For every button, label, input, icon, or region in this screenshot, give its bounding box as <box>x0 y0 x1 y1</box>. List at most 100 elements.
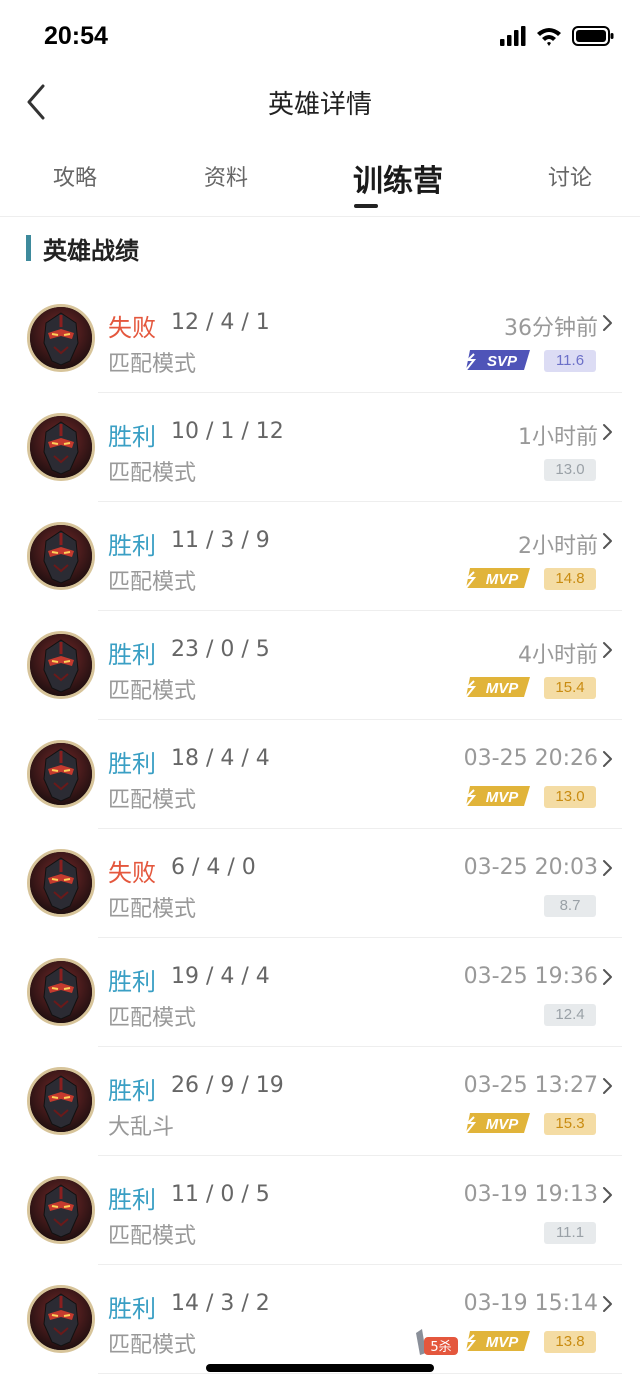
match-result: 胜利 <box>108 750 156 778</box>
match-mode: 匹配模式 <box>108 897 197 922</box>
match-row[interactable]: 胜利 19 / 4 / 4 匹配模式 03-25 19:36 12.4 <box>0 938 640 1047</box>
hero-avatar-icon <box>30 743 92 805</box>
match-time: 03-25 19:36 <box>463 964 598 989</box>
match-mode: 匹配模式 <box>108 1224 197 1249</box>
match-score: 13.8 <box>544 1331 596 1353</box>
hero-avatar <box>27 849 95 917</box>
match-mode: 匹配模式 <box>108 1006 197 1031</box>
hero-avatar-icon <box>30 307 92 369</box>
match-score: 8.7 <box>544 895 596 917</box>
match-kda: 14 / 3 / 2 <box>171 1291 270 1316</box>
section-header: 英雄战绩 <box>26 232 139 265</box>
status-bar: 20:54 <box>0 0 640 70</box>
match-time: 1小时前 <box>518 425 598 450</box>
wifi-icon <box>537 28 561 46</box>
match-kda: 23 / 0 / 5 <box>171 637 270 662</box>
hero-avatar <box>27 1067 95 1135</box>
chevron-right-icon <box>603 533 612 549</box>
match-list: 失败 12 / 4 / 1 匹配模式 36分钟前 SVP 11.6 胜利 10 / 1 / 1… <box>0 284 640 1374</box>
svg-text:SVP: SVP <box>487 353 518 370</box>
match-result: 胜利 <box>108 1186 156 1214</box>
match-row[interactable]: 失败 6 / 4 / 0 匹配模式 03-25 20:03 8.7 <box>0 829 640 938</box>
chevron-right-icon <box>603 315 612 331</box>
match-mode: 匹配模式 <box>108 461 197 486</box>
match-mode: 匹配模式 <box>108 679 197 704</box>
match-kda: 26 / 9 / 19 <box>171 1073 284 1098</box>
match-time: 4小时前 <box>518 643 598 668</box>
match-mode: 大乱斗 <box>108 1115 175 1140</box>
hero-avatar-icon <box>30 525 92 587</box>
match-row[interactable]: 失败 12 / 4 / 1 匹配模式 36分钟前 SVP 11.6 <box>0 284 640 393</box>
svg-text:MVP: MVP <box>486 789 520 806</box>
match-mode: 匹配模式 <box>108 352 197 377</box>
match-row[interactable]: 胜利 23 / 0 / 5 匹配模式 4小时前 MVP 15.4 <box>0 611 640 720</box>
hero-avatar-icon <box>30 961 92 1023</box>
match-score: 15.4 <box>544 677 596 699</box>
match-result: 失败 <box>108 314 156 342</box>
page-title: 英雄详情 <box>267 90 372 120</box>
match-mode: 匹配模式 <box>108 570 197 595</box>
tab-guide[interactable]: 攻略 <box>53 160 97 192</box>
battery-icon <box>572 26 614 46</box>
match-time: 03-25 20:03 <box>463 855 598 880</box>
match-row[interactable]: 胜利 11 / 0 / 5 匹配模式 03-19 19:13 11.1 <box>0 1156 640 1265</box>
match-row[interactable]: 胜利 14 / 3 / 2 匹配模式 03-19 15:14 MVP 5杀 13.8 <box>0 1265 640 1374</box>
chevron-right-icon <box>603 751 612 767</box>
tab-info[interactable]: 资料 <box>204 160 248 192</box>
match-score: 11.6 <box>544 350 596 372</box>
match-time: 03-25 13:27 <box>463 1073 598 1098</box>
match-kda: 19 / 4 / 4 <box>171 964 270 989</box>
match-time: 03-19 15:14 <box>463 1291 598 1316</box>
match-kda: 18 / 4 / 4 <box>171 746 270 771</box>
hero-avatar <box>27 304 95 372</box>
match-time: 03-25 20:26 <box>463 746 598 771</box>
hero-avatar-icon <box>30 1070 92 1132</box>
tab-bar: 攻略 资料 训练营 讨论 <box>0 140 640 217</box>
active-tab-indicator <box>354 204 378 208</box>
home-indicator[interactable] <box>206 1364 434 1372</box>
hero-avatar-icon <box>30 1179 92 1241</box>
chevron-right-icon <box>603 424 612 440</box>
mvp-badge: MVP <box>465 677 530 698</box>
match-result: 失败 <box>108 859 156 887</box>
mvp-badge: MVP <box>465 568 530 589</box>
hero-avatar <box>27 1176 95 1244</box>
hero-avatar <box>27 631 95 699</box>
match-score: 13.0 <box>544 459 596 481</box>
cellular-signal-icon <box>500 26 526 46</box>
nav-bar: 英雄详情 <box>0 70 640 136</box>
match-kda: 10 / 1 / 12 <box>171 419 284 444</box>
hero-avatar <box>27 522 95 590</box>
match-time: 36分钟前 <box>504 316 598 341</box>
hero-avatar <box>27 413 95 481</box>
match-score: 14.8 <box>544 568 596 590</box>
match-time: 2小时前 <box>518 534 598 559</box>
chevron-right-icon <box>603 1296 612 1312</box>
chevron-right-icon <box>603 860 612 876</box>
chevron-right-icon <box>603 642 612 658</box>
tab-training-camp[interactable]: 训练营 <box>353 156 443 200</box>
mvp-badge: MVP <box>465 786 530 807</box>
svg-text:MVP: MVP <box>486 1334 520 1351</box>
hero-avatar <box>27 740 95 808</box>
match-time: 03-19 19:13 <box>463 1182 598 1207</box>
match-kda: 11 / 0 / 5 <box>171 1182 270 1207</box>
match-result: 胜利 <box>108 1295 156 1323</box>
multikill-badge: 5杀 <box>416 1329 458 1355</box>
match-score: 15.3 <box>544 1113 596 1135</box>
match-row[interactable]: 胜利 10 / 1 / 12 匹配模式 1小时前 13.0 <box>0 393 640 502</box>
section-title: 英雄战绩 <box>43 236 139 265</box>
tab-discussion[interactable]: 讨论 <box>548 160 592 192</box>
mvp-badge: MVP <box>465 1113 530 1134</box>
status-time: 20:54 <box>44 22 108 50</box>
match-row[interactable]: 胜利 18 / 4 / 4 匹配模式 03-25 20:26 MVP 13.0 <box>0 720 640 829</box>
mvp-badge: MVP <box>465 1331 530 1352</box>
match-row[interactable]: 胜利 11 / 3 / 9 匹配模式 2小时前 MVP 14.8 <box>0 502 640 611</box>
hero-avatar-icon <box>30 634 92 696</box>
chevron-right-icon <box>603 1187 612 1203</box>
hero-avatar-icon <box>30 1288 92 1350</box>
match-row[interactable]: 胜利 26 / 9 / 19 大乱斗 03-25 13:27 MVP 15.3 <box>0 1047 640 1156</box>
hero-avatar-icon <box>30 852 92 914</box>
match-result: 胜利 <box>108 532 156 560</box>
svg-text:MVP: MVP <box>486 571 520 588</box>
